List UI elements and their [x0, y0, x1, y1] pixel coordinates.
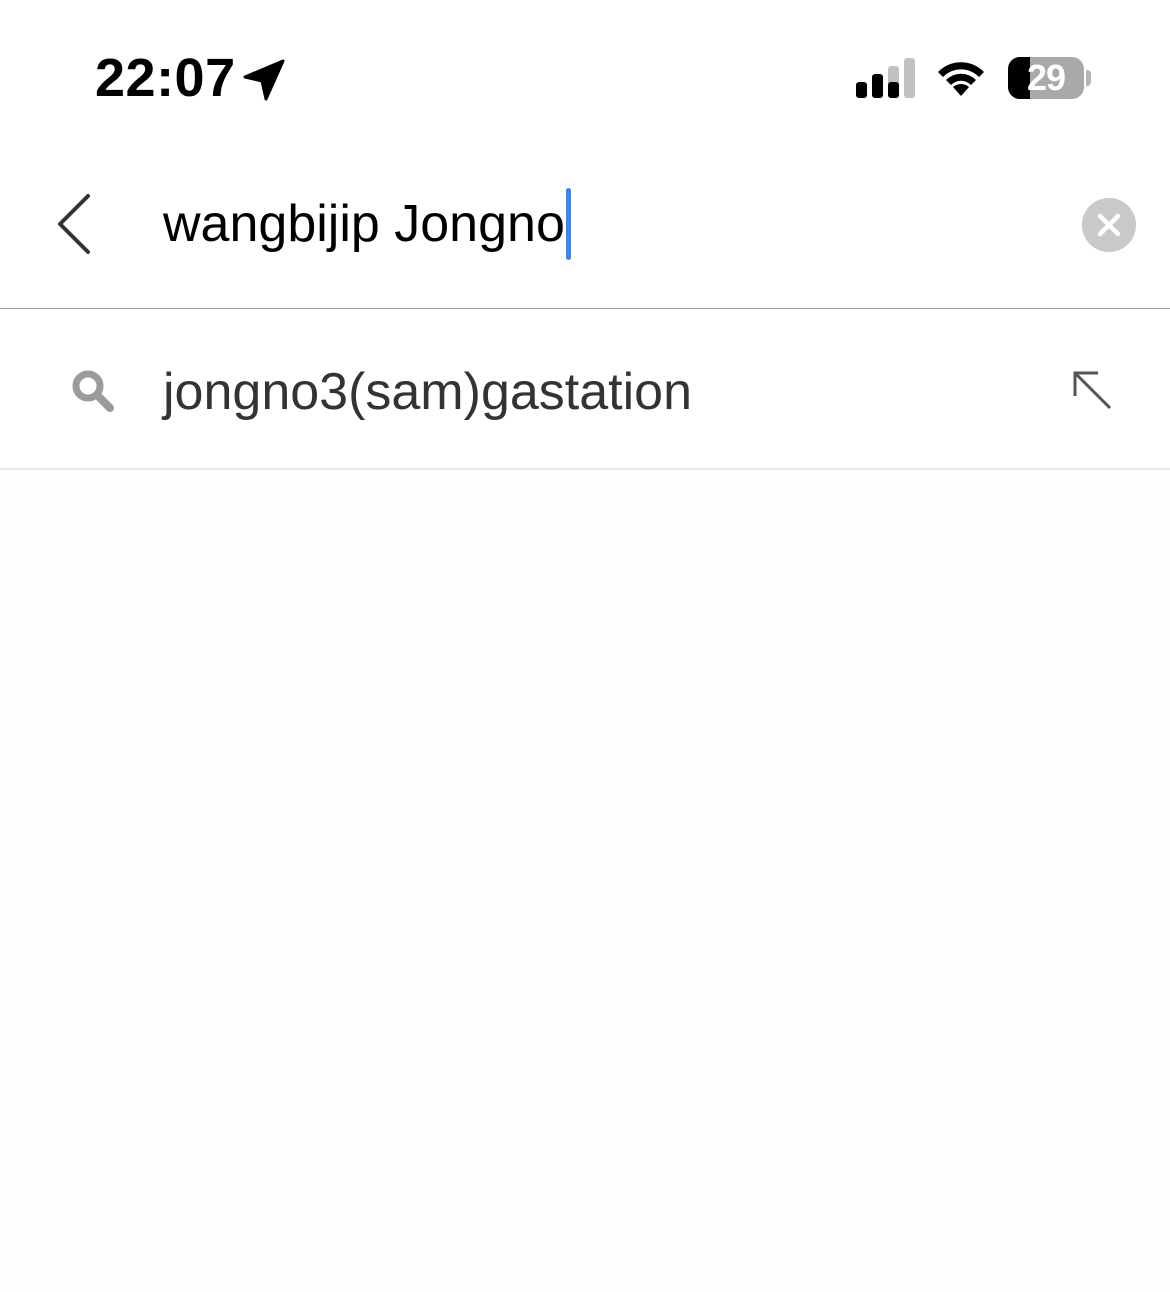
search-query-text[interactable]: wangbijip Jongno — [163, 186, 565, 262]
back-chevron-icon[interactable] — [44, 188, 104, 260]
battery-icon: 29 — [1008, 57, 1084, 99]
suggestion-text: jongno3(sam)gastation — [163, 363, 692, 421]
arrow-up-left-icon[interactable] — [1070, 368, 1114, 412]
suggestion-item[interactable]: jongno3(sam)gastation — [0, 310, 1170, 470]
status-time: 22:07 — [95, 48, 236, 108]
location-arrow-icon — [243, 59, 285, 101]
battery-percent: 29 — [1026, 57, 1066, 98]
battery-cap — [1086, 70, 1091, 86]
wifi-icon — [938, 62, 984, 96]
text-caret — [565, 188, 571, 260]
clear-circle-x-icon[interactable] — [1082, 198, 1136, 252]
search-input[interactable]: wangbijip Jongno — [163, 186, 571, 262]
status-bar: 22:07 29 — [0, 0, 1170, 150]
cellular-signal-icon — [856, 58, 915, 98]
search-icon — [72, 370, 114, 412]
search-header: wangbijip Jongno — [0, 150, 1170, 309]
